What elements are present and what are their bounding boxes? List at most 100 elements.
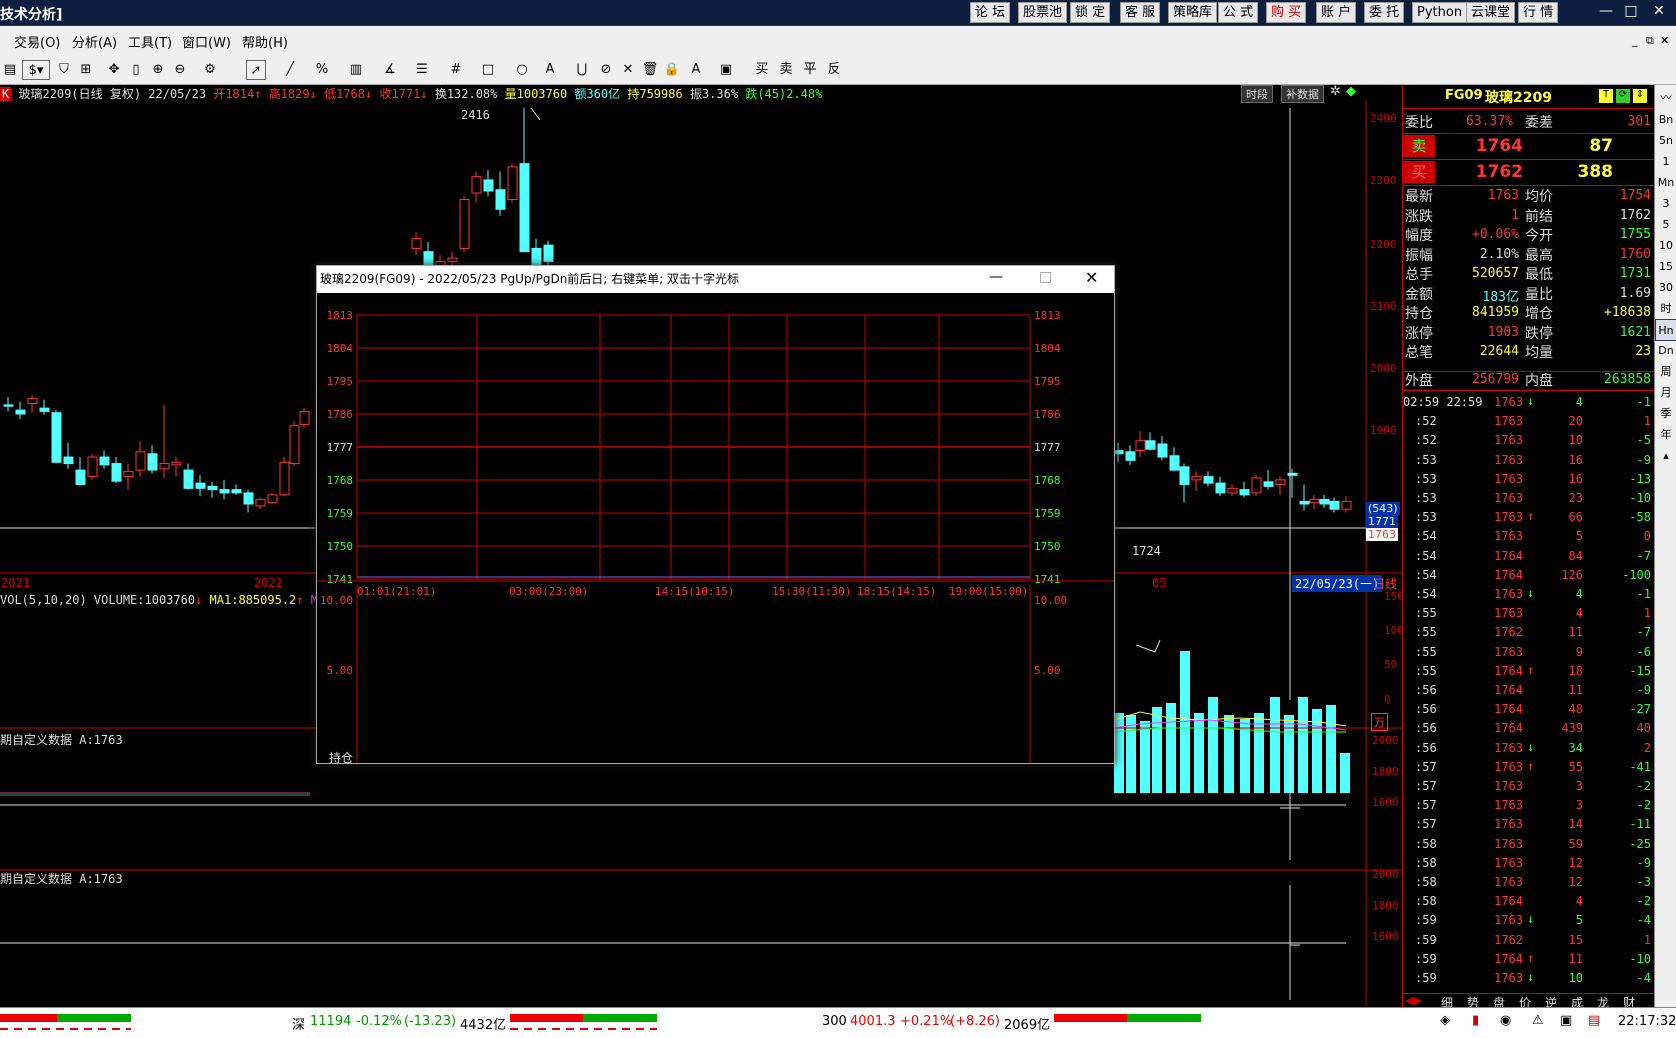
rect-tool-icon[interactable]: □ (478, 60, 498, 80)
tick-row[interactable]: :58 1763 12 -9 (1403, 854, 1655, 872)
tick-row[interactable]: :54 1763 ↓ 4 -1 (1403, 585, 1655, 603)
tray-icon-2[interactable]: ▮ (1472, 1013, 1479, 1028)
side-tab-2[interactable]: 1 (1655, 151, 1676, 173)
tick-row[interactable]: :55 1762 11 -7 (1403, 623, 1655, 641)
reverse-icon[interactable]: 反 (824, 60, 844, 80)
maximize-button[interactable]: □ (1620, 2, 1642, 22)
zoom-in-icon[interactable]: ⊕ (148, 60, 168, 80)
magnet-icon[interactable]: ⋃ (572, 60, 592, 80)
tray-icon-1[interactable]: ◈ (1440, 1013, 1450, 1028)
buy-price[interactable]: 1762 (1463, 162, 1523, 182)
tick-row[interactable]: :56 1764 439 40 (1403, 719, 1655, 737)
side-tab-1[interactable]: 5n (1655, 130, 1676, 152)
percent-tool-icon[interactable]: % (312, 60, 332, 80)
tick-row[interactable]: :53 1763 23 -10 (1403, 489, 1655, 507)
top-button-7[interactable]: 账 户 (1316, 2, 1357, 23)
mdi-minimize-icon[interactable]: _ (1632, 34, 1638, 47)
top-button-10[interactable]: 云课堂 (1466, 2, 1516, 23)
tick-row[interactable]: :53 1763 16 -9 (1403, 451, 1655, 469)
zoom-out-icon[interactable]: ⊖ (170, 60, 190, 80)
lock-icon[interactable]: 🔒 (662, 60, 682, 80)
line-tool-icon[interactable]: ╱ (280, 60, 300, 80)
tick-row[interactable]: :56 1763 ↓ 34 2 (1403, 739, 1655, 757)
tick-row[interactable]: 02:59 22:59 1763 ↓ 4 -1 (1403, 393, 1655, 411)
menu-analysis[interactable]: 分析(A) (72, 32, 117, 51)
side-tab-6[interactable]: 10 (1655, 235, 1676, 257)
popup-maximize-button[interactable]: □ (1039, 269, 1052, 285)
link-icon[interactable]: ⊘ (596, 60, 616, 80)
tray-icon-6[interactable]: ▤ (1588, 1013, 1600, 1028)
tick-row[interactable]: :57 1763 3 -2 (1403, 796, 1655, 814)
tick-row[interactable]: :59 1762 15 1 (1403, 931, 1655, 949)
side-tab-11[interactable]: Dn (1655, 340, 1676, 362)
intraday-popup[interactable]: 玻璃2209(FG09) - 2022/05/23 PgUp/PgDn前后日; … (316, 265, 1115, 765)
t-icon[interactable]: T (1599, 89, 1613, 103)
sz-index[interactable]: 11194 (310, 1014, 351, 1029)
refresh-icon[interactable]: ⟳ (1616, 89, 1630, 103)
side-tab-4[interactable]: 3 (1655, 193, 1676, 215)
menu-help[interactable]: 帮助(H) (242, 32, 288, 51)
top-button-2[interactable]: 锁 定 (1070, 2, 1111, 23)
alert-icon[interactable]: ⚠ (1532, 1013, 1544, 1028)
close-button[interactable]: ✕ (1648, 2, 1670, 22)
menu-tools[interactable]: 工具(T) (128, 32, 172, 51)
buy-icon[interactable]: 买 (752, 60, 772, 80)
top-button-8[interactable]: 委 托 (1364, 2, 1405, 23)
tick-row[interactable]: :53 1763 16 -13 (1403, 470, 1655, 488)
filter-icon[interactable]: ⛉ (54, 60, 74, 80)
tick-row[interactable]: :54 1764 84 -7 (1403, 547, 1655, 565)
side-tab-13[interactable]: 月 (1655, 382, 1676, 404)
tick-row[interactable]: :52 1763 10 -5 (1403, 431, 1655, 449)
tick-row[interactable]: :58 1764 4 -2 (1403, 892, 1655, 910)
tick-row[interactable]: :57 1763 ↑ 55 -41 (1403, 758, 1655, 776)
top-button-0[interactable]: 论 坛 (970, 2, 1011, 23)
tick-row[interactable]: :56 1764 48 -27 (1403, 700, 1655, 718)
menu-trade[interactable]: 交易(O) (14, 32, 60, 51)
side-tab-7[interactable]: 15 (1655, 256, 1676, 278)
text-tool-icon[interactable]: A (540, 60, 560, 80)
tick-row[interactable]: :59 1764 ↑ 11 -10 (1403, 950, 1655, 968)
bar-icon[interactable]: ▯ (126, 60, 146, 80)
hash-tool-icon[interactable]: # (446, 60, 466, 80)
top-button-11[interactable]: 行 情 (1518, 2, 1559, 23)
save-icon[interactable]: ▣ (716, 60, 736, 80)
side-tab-3[interactable]: Mn (1655, 172, 1676, 194)
tick-row[interactable]: :54 1764 126 -100 (1403, 566, 1655, 584)
top-button-3[interactable]: 客 服 (1120, 2, 1161, 23)
tray-icon-3[interactable]: ◉ (1500, 1013, 1511, 1028)
angle-tool-icon[interactable]: ∡ (380, 60, 400, 80)
tick-row[interactable]: :54 1763 5 0 (1403, 527, 1655, 545)
ruler-tool-icon[interactable]: ▥ (346, 60, 366, 80)
popup-close-button[interactable]: ✕ (1085, 268, 1098, 287)
side-tab-14[interactable]: 季 (1655, 403, 1676, 425)
side-tab-0[interactable]: Bn (1655, 109, 1676, 131)
tick-row[interactable]: :57 1763 3 -2 (1403, 777, 1655, 795)
tick-row[interactable]: :55 1763 9 -6 (1403, 643, 1655, 661)
side-tab-8[interactable]: 30 (1655, 277, 1676, 299)
side-tab-15[interactable]: 年 (1655, 424, 1676, 446)
side-tab-9[interactable]: 时 (1655, 298, 1676, 320)
tick-row[interactable]: :58 1763 12 -3 (1403, 873, 1655, 891)
tick-row[interactable]: :59 1763 ↓ 5 -4 (1403, 911, 1655, 929)
top-button-1[interactable]: 股票池 (1018, 2, 1068, 23)
side-tab-12[interactable]: 周 (1655, 361, 1676, 383)
tick-row[interactable]: :56 1764 11 -9 (1403, 681, 1655, 699)
mdi-restore-icon[interactable]: ⧉ (1646, 34, 1654, 48)
tick-row[interactable]: :58 1763 59 -25 (1403, 835, 1655, 853)
delete-icon[interactable]: ✕ (618, 60, 638, 80)
parallel-tool-icon[interactable]: ☰ (412, 60, 432, 80)
intraday-chart[interactable]: 1813 1813 1804 1804 1795 1795 1786 1786 1777 1777… (317, 293, 1114, 763)
top-button-4[interactable]: 策略库 (1168, 2, 1218, 23)
tick-row[interactable]: :52 1763 20 1 (1403, 412, 1655, 430)
side-scroll-icon[interactable]: ▴ (1655, 445, 1676, 467)
doc-icon[interactable]: ▤ (0, 60, 20, 80)
cursor-icon[interactable]: ➚ (246, 60, 266, 80)
settings-icon[interactable]: ⚙ (200, 60, 220, 80)
move-icon[interactable]: ✥ (104, 60, 124, 80)
tick-row[interactable]: :55 1764 ↑ 18 -15 (1403, 662, 1655, 680)
top-button-9[interactable]: Python (1412, 2, 1468, 23)
popup-minimize-button[interactable]: — (989, 269, 1003, 285)
side-tab-10[interactable]: Hn (1655, 319, 1676, 341)
circle-tool-icon[interactable]: ○ (512, 60, 532, 80)
tick-row[interactable]: :55 1763 4 1 (1403, 604, 1655, 622)
